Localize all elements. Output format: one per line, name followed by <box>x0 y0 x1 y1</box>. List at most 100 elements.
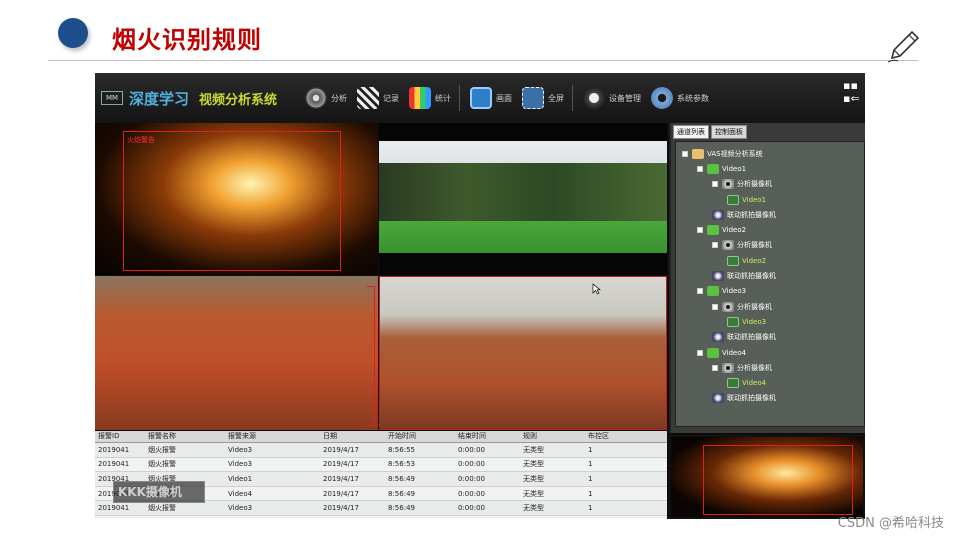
play-disc-icon <box>305 87 328 109</box>
table-cell: 1 <box>588 504 593 513</box>
tree-node-label: Video1 <box>742 195 767 204</box>
column-header[interactable]: 开始时间 <box>385 431 455 442</box>
app-subtitle: 视频分析系统 <box>199 92 278 108</box>
table-cell: 8:56:49 <box>388 504 415 513</box>
table-cell: 无类型 <box>523 489 544 498</box>
column-header[interactable]: 日期 <box>320 431 385 442</box>
expand-toggle-icon[interactable] <box>712 242 718 249</box>
exit-layout-icon[interactable]: ▪▪ ▪⇐ <box>843 79 860 105</box>
video-analysis-app: MM 深度学习 视频分析系统 分析 记录 统计 画面 全屏 设备管理 系统参数 … <box>95 73 865 519</box>
app-toolbar: MM 深度学习 视频分析系统 分析 记录 统计 画面 全屏 设备管理 系统参数 … <box>95 73 865 123</box>
video-feed-4[interactable] <box>379 276 667 430</box>
dome-camera-icon <box>712 271 724 282</box>
tree-node[interactable]: Video2 <box>676 253 864 268</box>
tree-node-label: 分析摄像机 <box>737 363 772 372</box>
video2-lawn <box>379 221 667 253</box>
app-logo: MM <box>101 91 123 105</box>
tree-node[interactable]: 分析摄像机 <box>676 177 864 192</box>
toolbar-settings-button[interactable]: 系统参数 <box>651 83 709 113</box>
tree-node[interactable]: 分析摄像机 <box>676 360 864 375</box>
table-cell: Video1 <box>228 474 253 483</box>
tree-node-label: Video1 <box>722 164 747 173</box>
tab-channel-list[interactable]: 通道列表 <box>673 125 709 139</box>
column-header[interactable]: 报警来源 <box>225 431 320 442</box>
toolbar-separator <box>572 85 574 111</box>
fullscreen-icon <box>522 87 545 109</box>
video-feed-3[interactable] <box>95 276 378 430</box>
video-feed-2[interactable] <box>379 123 667 275</box>
toolbar-analyze-button[interactable]: 分析 <box>305 83 347 113</box>
table-cell: 2019041 <box>98 445 130 454</box>
smoke-detection-box <box>367 286 375 426</box>
dome-camera-icon <box>712 332 724 343</box>
tree-node[interactable]: 联动抓拍摄像机 <box>676 207 864 222</box>
toolbar-record-button[interactable]: 记录 <box>357 83 399 113</box>
toolbar-device-button[interactable]: 设备管理 <box>583 83 641 113</box>
tree-node-label: Video4 <box>722 348 747 357</box>
tree-node[interactable]: 分析摄像机 <box>676 238 864 253</box>
alarm-table: 报警ID 报警名称 报警来源 日期 开始时间 结束时间 规则 布控区 2019041 烟火报警 V… <box>95 431 667 519</box>
toolbar-screen-button[interactable]: 画面 <box>470 83 512 113</box>
tree-node[interactable]: 联动抓拍摄像机 <box>676 391 864 406</box>
tree-node[interactable]: Video2 <box>676 222 864 237</box>
column-header[interactable]: 规则 <box>520 431 585 442</box>
expand-toggle-icon[interactable] <box>697 349 703 356</box>
expand-toggle-icon[interactable] <box>682 150 688 157</box>
expand-toggle-icon[interactable] <box>697 288 703 295</box>
table-row[interactable]: 2019041 烟火报警 Video3 2019/4/17 8:56:55 0:00:00… <box>95 443 667 458</box>
toolbar-stats-button[interactable]: 统计 <box>409 83 451 113</box>
table-cell: 8:56:55 <box>388 445 415 454</box>
table-cell: Video3 <box>228 460 253 469</box>
tab-control-panel[interactable]: 控制面板 <box>711 125 747 139</box>
table-cell: 无类型 <box>523 504 544 513</box>
video-node-icon <box>707 163 719 174</box>
expand-toggle-icon[interactable] <box>712 181 718 188</box>
tree-node[interactable]: 联动抓拍摄像机 <box>676 330 864 345</box>
tree-node[interactable]: 分析摄像机 <box>676 299 864 314</box>
table-row[interactable]: 2019041 烟火报警 Video3 2019/4/17 8:56:49 0:00:00… <box>95 501 667 516</box>
tree-node[interactable]: Video3 <box>676 284 864 299</box>
panel-tabs: 通道列表 控制面板 <box>673 125 865 139</box>
bar-stats-icon <box>409 87 432 109</box>
video-feed-1[interactable]: 火焰警告 <box>95 123 378 275</box>
expand-toggle-icon[interactable] <box>697 165 703 172</box>
tree-node-label: 分析摄像机 <box>737 241 772 250</box>
column-header[interactable]: 报警名称 <box>145 431 225 442</box>
toolbar-fullscreen-button[interactable]: 全屏 <box>522 83 564 113</box>
expand-toggle-icon[interactable] <box>712 303 718 310</box>
tree-node[interactable]: Video4 <box>676 375 864 390</box>
video-node-icon <box>707 347 719 358</box>
tree-node[interactable]: Video1 <box>676 192 864 207</box>
alarm-table-header: 报警ID 报警名称 报警来源 日期 开始时间 结束时间 规则 布控区 <box>95 431 667 443</box>
tree-node-label: Video3 <box>742 317 767 326</box>
table-cell: Video3 <box>228 504 253 513</box>
column-header[interactable]: 报警ID <box>95 431 145 442</box>
table-cell: 烟火报警 <box>148 460 176 469</box>
app-name: 深度学习 <box>129 89 190 108</box>
column-header[interactable]: 布控区 <box>585 431 657 442</box>
table-cell: 0:00:00 <box>458 460 485 469</box>
table-cell: 无类型 <box>523 460 544 469</box>
table-cell: 1 <box>588 474 593 483</box>
tree-node-label: 分析摄像机 <box>737 302 772 311</box>
gear-icon <box>651 87 674 109</box>
snapshot-thumbnail[interactable] <box>669 435 865 519</box>
toolbar-separator <box>459 85 461 111</box>
table-cell: 8:56:49 <box>388 474 415 483</box>
tree-node[interactable]: Video3 <box>676 314 864 329</box>
table-cell: Video4 <box>228 489 253 498</box>
tree-node[interactable]: 联动抓拍摄像机 <box>676 268 864 283</box>
table-row[interactable]: 2019041 烟火报警 Video3 2019/4/17 8:56:53 0:00:00… <box>95 458 667 473</box>
tree-node-label: Video3 <box>722 287 747 296</box>
tree-node[interactable]: Video4 <box>676 345 864 360</box>
table-cell: 1 <box>588 445 593 454</box>
title-bullet <box>58 18 88 48</box>
expand-toggle-icon[interactable] <box>712 364 718 371</box>
table-cell: 2019/4/17 <box>323 474 359 483</box>
column-header[interactable]: 结束时间 <box>455 431 520 442</box>
tree-node[interactable]: VAS视频分析系统 <box>676 146 864 161</box>
tree-node-label: 联动抓拍摄像机 <box>727 210 776 219</box>
expand-toggle-icon[interactable] <box>697 227 703 234</box>
eye-icon <box>722 240 734 251</box>
tree-node[interactable]: Video1 <box>676 161 864 176</box>
